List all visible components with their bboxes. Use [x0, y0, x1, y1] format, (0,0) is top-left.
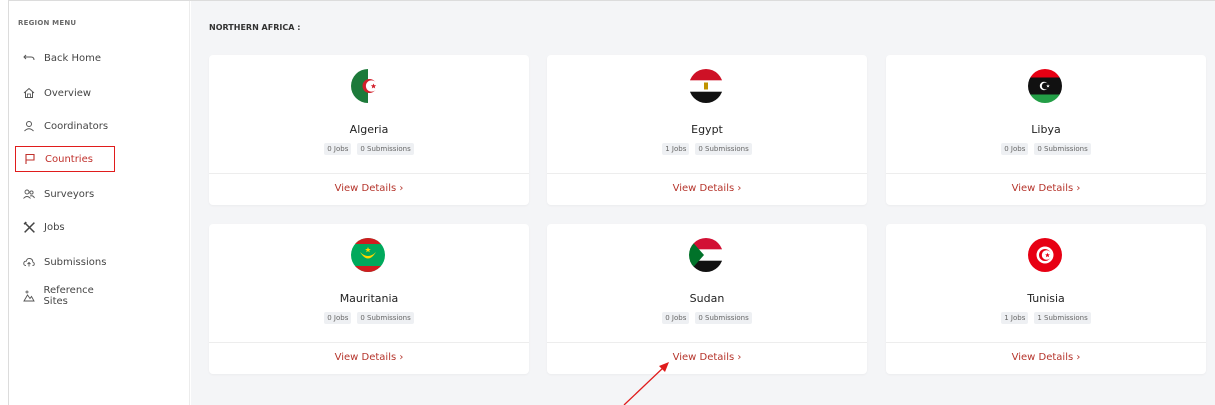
- sidebar-item-jobs[interactable]: Jobs: [15, 214, 119, 240]
- divider: [209, 173, 529, 174]
- algeria-flag-icon: [351, 69, 385, 103]
- sidebar-item-countries[interactable]: Countries: [15, 146, 115, 172]
- country-card-libya: Libya 0 Jobs 0 Submissions View Details …: [886, 55, 1206, 205]
- divider: [547, 342, 867, 343]
- divider: [886, 173, 1206, 174]
- back-arrow-icon: [20, 49, 38, 67]
- submissions-badge: 0 Submissions: [695, 312, 752, 324]
- divider: [547, 173, 867, 174]
- country-card-tunisia: Tunisia 1 Jobs 1 Submissions View Detail…: [886, 224, 1206, 374]
- stats-badges: 1 Jobs 0 Submissions: [547, 143, 867, 155]
- jobs-badge: 0 Jobs: [324, 143, 352, 155]
- cloud-upload-icon: [20, 253, 38, 271]
- sidebar-item-label: Surveyors: [44, 188, 95, 200]
- jobs-badge: 0 Jobs: [324, 312, 352, 324]
- country-card-mauritania: Mauritania 0 Jobs 0 Submissions View Det…: [209, 224, 529, 374]
- section-title: NORTHERN AFRICA :: [209, 23, 301, 32]
- country-name: Egypt: [691, 123, 723, 136]
- sidebar-item-overview[interactable]: Overview: [15, 80, 119, 106]
- stats-badges: 0 Jobs 0 Submissions: [886, 143, 1206, 155]
- jobs-badge: 0 Jobs: [662, 312, 690, 324]
- sidebar-item-surveyors[interactable]: Surveyors: [15, 181, 119, 207]
- stats-badges: 1 Jobs 1 Submissions: [886, 312, 1206, 324]
- sidebar-item-label: Jobs: [44, 221, 65, 233]
- view-details-link[interactable]: View Details ›: [547, 183, 867, 194]
- country-name: Libya: [1031, 123, 1061, 136]
- submissions-badge: 0 Submissions: [1034, 143, 1091, 155]
- country-card-algeria: Algeria 0 Jobs 0 Submissions View Detail…: [209, 55, 529, 205]
- jobs-badge: 1 Jobs: [662, 143, 690, 155]
- country-card-egypt: Egypt 1 Jobs 0 Submissions View Details …: [547, 55, 867, 205]
- country-name: Tunisia: [1027, 292, 1065, 305]
- mauritania-flag-icon: [351, 238, 385, 272]
- tools-icon: [20, 218, 38, 236]
- sidebar-item-submissions[interactable]: Submissions: [15, 249, 119, 275]
- sidebar-item-label: Coordinators: [44, 120, 109, 132]
- sidebar-item-label: Submissions: [44, 256, 107, 268]
- sidebar-item-label: Back Home: [44, 52, 101, 64]
- users-icon: [20, 185, 38, 203]
- jobs-badge: 0 Jobs: [1001, 143, 1029, 155]
- view-details-link[interactable]: View Details ›: [209, 183, 529, 194]
- tunisia-flag-icon: [1028, 238, 1062, 272]
- main-content: NORTHERN AFRICA : Algeria 0 Jobs 0 Submi…: [191, 1, 1215, 405]
- jobs-badge: 1 Jobs: [1001, 312, 1029, 324]
- divider: [209, 342, 529, 343]
- country-name: Mauritania: [339, 292, 399, 305]
- submissions-badge: 0 Submissions: [357, 312, 414, 324]
- libya-flag-icon: [1028, 69, 1062, 103]
- country-name: Algeria: [349, 123, 389, 136]
- map-pin-icon: [20, 287, 37, 305]
- view-details-link[interactable]: View Details ›: [886, 352, 1206, 363]
- submissions-badge: 1 Submissions: [1034, 312, 1091, 324]
- sidebar-item-label: Overview: [44, 87, 92, 99]
- sidebar-item-back-home[interactable]: Back Home: [15, 45, 119, 71]
- sidebar: REGION MENU Back Home Overview Coordinat…: [9, 1, 190, 405]
- view-details-link[interactable]: View Details ›: [886, 183, 1206, 194]
- sidebar-heading: REGION MENU: [18, 19, 77, 27]
- sidebar-item-reference-sites[interactable]: Reference Sites: [15, 283, 119, 309]
- divider: [886, 342, 1206, 343]
- view-details-link[interactable]: View Details ›: [547, 352, 867, 363]
- sidebar-item-coordinators[interactable]: Coordinators: [15, 113, 119, 139]
- stats-badges: 0 Jobs 0 Submissions: [209, 312, 529, 324]
- sudan-flag-icon: [689, 238, 723, 272]
- flag-icon: [21, 150, 39, 168]
- sidebar-item-label: Reference Sites: [43, 285, 94, 307]
- country-card-sudan: Sudan 0 Jobs 0 Submissions View Details …: [547, 224, 867, 374]
- country-name: Sudan: [689, 292, 725, 305]
- submissions-badge: 0 Submissions: [357, 143, 414, 155]
- egypt-flag-icon: [689, 69, 723, 103]
- user-icon: [20, 117, 38, 135]
- stats-badges: 0 Jobs 0 Submissions: [547, 312, 867, 324]
- submissions-badge: 0 Submissions: [695, 143, 752, 155]
- view-details-link[interactable]: View Details ›: [209, 352, 529, 363]
- sidebar-item-label: Countries: [45, 153, 93, 165]
- stats-badges: 0 Jobs 0 Submissions: [209, 143, 529, 155]
- home-icon: [20, 84, 38, 102]
